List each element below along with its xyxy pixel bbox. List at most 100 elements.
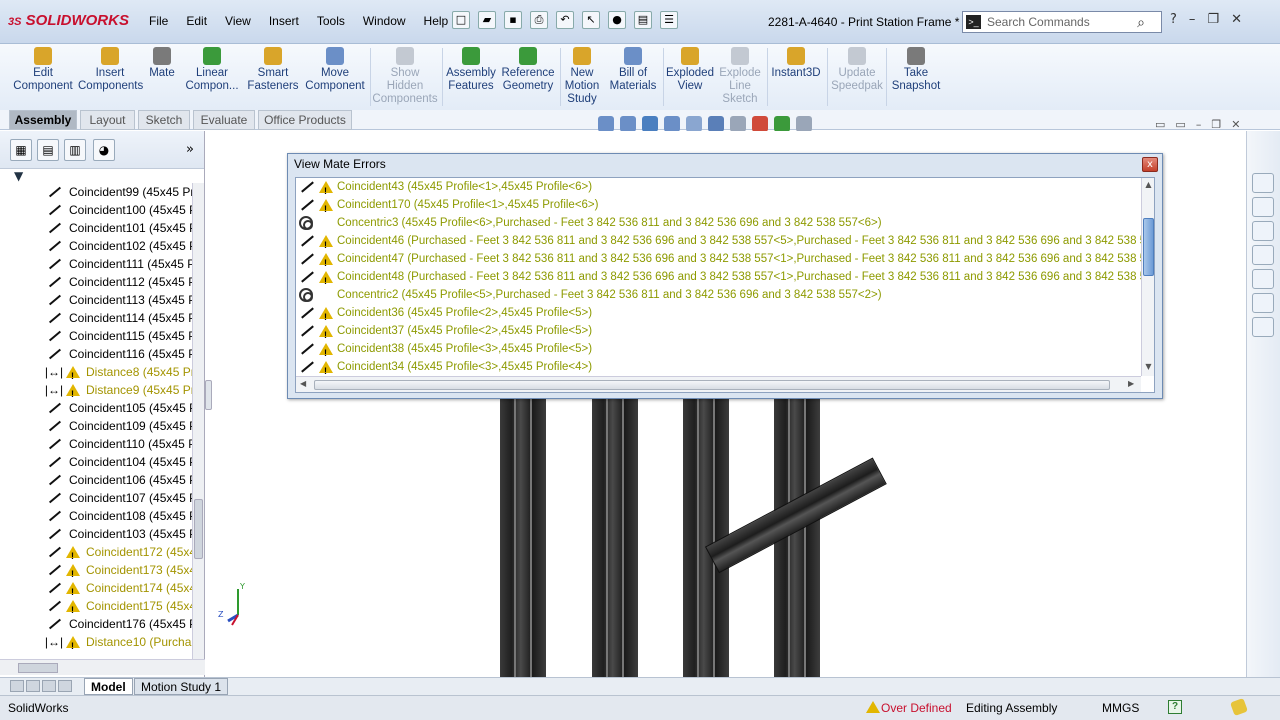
tree-item-coincident[interactable]: Coincident173 (45x4: [0, 561, 192, 579]
tree-item-coincident[interactable]: Coincident109 (45x45 P: [0, 417, 192, 435]
mate-error-row[interactable]: Coincident36 (45x45 Profile<2>,45x45 Pro…: [296, 304, 1141, 322]
tag-icon[interactable]: [1230, 698, 1248, 716]
list-horizontal-scrollbar[interactable]: ◀ ▶: [296, 376, 1141, 392]
take-snapshot-button[interactable]: Take Snapshot: [889, 44, 943, 93]
tree-item-distance[interactable]: |↔| Distance9 (45x45 Pr: [0, 381, 192, 399]
scroll-right-icon[interactable]: ▶: [1128, 379, 1134, 388]
search-icon[interactable]: ⌕: [1137, 12, 1145, 32]
mate-error-row[interactable]: Coincident46 (Purchased - Feet 3 842 536…: [296, 232, 1141, 250]
apply-scene-icon[interactable]: [774, 116, 790, 132]
panel-splitter-handle[interactable]: [205, 380, 212, 410]
options-icon[interactable]: ☰: [660, 11, 678, 29]
tab-sketch[interactable]: Sketch: [138, 110, 190, 130]
tree-item-distance[interactable]: |↔| Distance8 (45x45 Pr: [0, 363, 192, 381]
mate-error-row[interactable]: Coincident170 (45x45 Profile<1>,45x45 Pr…: [296, 196, 1141, 214]
tree-item-coincident[interactable]: Coincident102 (45x45 P: [0, 237, 192, 255]
explode-line-sketch-button[interactable]: Explode Line Sketch: [716, 44, 764, 106]
status-units[interactable]: MMGS: [1102, 701, 1139, 715]
tree-item-coincident[interactable]: Coincident100 (45x45 P: [0, 201, 192, 219]
mate-error-row[interactable]: Concentric2 (45x45 Profile<5>,Purchased …: [296, 286, 1141, 304]
search-commands-field[interactable]: >_ Search Commands ⌕: [962, 11, 1162, 33]
expand-panel-icon[interactable]: »: [186, 142, 194, 157]
menu-insert[interactable]: Insert: [260, 14, 308, 28]
tree-item-coincident[interactable]: Coincident99 (45x45 Pr: [0, 183, 192, 201]
tree-vertical-scrollbar[interactable]: [192, 183, 204, 659]
property-manager-tab-icon[interactable]: ▤: [37, 139, 59, 161]
tree-item-coincident[interactable]: Coincident110 (45x45 P: [0, 435, 192, 453]
menu-view[interactable]: View: [216, 14, 260, 28]
mate-error-row[interactable]: Coincident34 (45x45 Profile<3>,45x45 Pro…: [296, 358, 1141, 376]
tree-item-coincident[interactable]: Coincident115 (45x45 P: [0, 327, 192, 345]
design-library-icon[interactable]: [1252, 221, 1274, 241]
filter-row[interactable]: ▼: [0, 169, 204, 183]
tree-item-coincident[interactable]: Coincident105 (45x45 P: [0, 399, 192, 417]
menu-help[interactable]: Help: [415, 14, 458, 28]
tree-item-coincident[interactable]: Coincident175 (45x4: [0, 597, 192, 615]
list-vertical-scrollbar[interactable]: ▲ ▼: [1141, 178, 1154, 376]
tree-item-coincident[interactable]: Coincident104 (45x45 P: [0, 453, 192, 471]
view-palette-icon[interactable]: [1252, 269, 1274, 289]
tree-item-coincident[interactable]: Coincident106 (45x45 P: [0, 471, 192, 489]
filter-icon[interactable]: ▼: [14, 169, 23, 183]
tree-item-coincident[interactable]: Coincident108 (45x45 P: [0, 507, 192, 525]
scroll-left-icon[interactable]: ◀: [300, 379, 306, 388]
tile-icon[interactable]: ▭: [1155, 118, 1165, 131]
open-file-icon[interactable]: ▰: [478, 11, 496, 29]
scroll-up-icon[interactable]: ▲: [1144, 180, 1153, 190]
previous-view-icon[interactable]: [642, 116, 658, 132]
menu-file[interactable]: File: [140, 14, 177, 28]
profile-beam[interactable]: [592, 397, 638, 677]
last-tab-icon[interactable]: [58, 680, 72, 692]
hide-show-items-icon[interactable]: [730, 116, 746, 132]
profile-beam[interactable]: [500, 397, 546, 677]
feature-manager-tab-icon[interactable]: ▦: [10, 139, 32, 161]
tree-item-coincident[interactable]: Coincident176 (45x45 P: [0, 615, 192, 633]
insert-components-button[interactable]: Insert Components: [78, 44, 143, 93]
tree-item-coincident[interactable]: Coincident101 (45x45 P: [0, 219, 192, 237]
solidworks-resources-icon[interactable]: [1252, 173, 1274, 193]
home-icon[interactable]: [1252, 197, 1274, 217]
scroll-thumb[interactable]: [194, 499, 203, 559]
configuration-manager-tab-icon[interactable]: ▥: [64, 139, 86, 161]
close-icon[interactable]: ✕: [1231, 12, 1242, 27]
menu-edit[interactable]: Edit: [177, 14, 216, 28]
reference-geometry-button[interactable]: Reference Geometry: [500, 44, 556, 93]
linear-component-pattern-button[interactable]: Linear Compon...: [182, 44, 242, 93]
scroll-thumb[interactable]: [18, 663, 58, 673]
mate-error-row[interactable]: Coincident43 (45x45 Profile<1>,45x45 Pro…: [296, 178, 1141, 196]
tab-office-products[interactable]: Office Products: [258, 110, 352, 130]
next-tab-icon[interactable]: [42, 680, 56, 692]
tree-item-coincident[interactable]: Coincident116 (45x45 P: [0, 345, 192, 363]
move-component-button[interactable]: Move Component: [304, 44, 366, 93]
dialog-close-button[interactable]: x: [1142, 157, 1158, 172]
update-speedpak-button[interactable]: Update Speedpak: [830, 44, 884, 93]
mate-error-row[interactable]: Coincident38 (45x45 Profile<3>,45x45 Pro…: [296, 340, 1141, 358]
quick-tips-help-icon[interactable]: ?: [1168, 700, 1182, 714]
tree-item-coincident[interactable]: Coincident114 (45x45 P: [0, 309, 192, 327]
display-manager-tab-icon[interactable]: ◕: [93, 139, 115, 161]
tab-layout[interactable]: Layout: [80, 110, 135, 130]
minimize-icon[interactable]: –: [1189, 12, 1196, 27]
viewport-close-icon[interactable]: ✕: [1231, 118, 1240, 131]
tree-item-coincident[interactable]: Coincident112 (45x45 P: [0, 273, 192, 291]
edit-component-button[interactable]: Edit Component: [12, 44, 74, 93]
tree-horizontal-scrollbar[interactable]: [0, 659, 205, 675]
exploded-view-button[interactable]: Exploded View: [665, 44, 715, 93]
tree-item-distance[interactable]: |↔| Distance10 (Purcha: [0, 633, 192, 651]
tab-evaluate[interactable]: Evaluate: [193, 110, 255, 130]
new-file-icon[interactable]: □: [452, 11, 470, 29]
bill-of-materials-button[interactable]: Bill of Materials: [606, 44, 660, 93]
restore-icon[interactable]: ❐: [1207, 12, 1219, 27]
tree-item-coincident[interactable]: Coincident107 (45x45 P: [0, 489, 192, 507]
edit-appearance-icon[interactable]: [752, 116, 768, 132]
undo-icon[interactable]: ↶: [556, 11, 574, 29]
scroll-thumb[interactable]: [314, 380, 1110, 390]
mate-error-row[interactable]: Coincident48 (Purchased - Feet 3 842 536…: [296, 268, 1141, 286]
tree-item-coincident[interactable]: Coincident113 (45x45 P: [0, 291, 192, 309]
tab-model[interactable]: Model: [84, 678, 133, 695]
custom-properties-icon[interactable]: [1252, 317, 1274, 337]
previous-tab-icon[interactable]: [26, 680, 40, 692]
tab-motion-study[interactable]: Motion Study 1: [134, 678, 229, 695]
rebuild-icon[interactable]: ●: [608, 11, 626, 29]
first-tab-icon[interactable]: [10, 680, 24, 692]
